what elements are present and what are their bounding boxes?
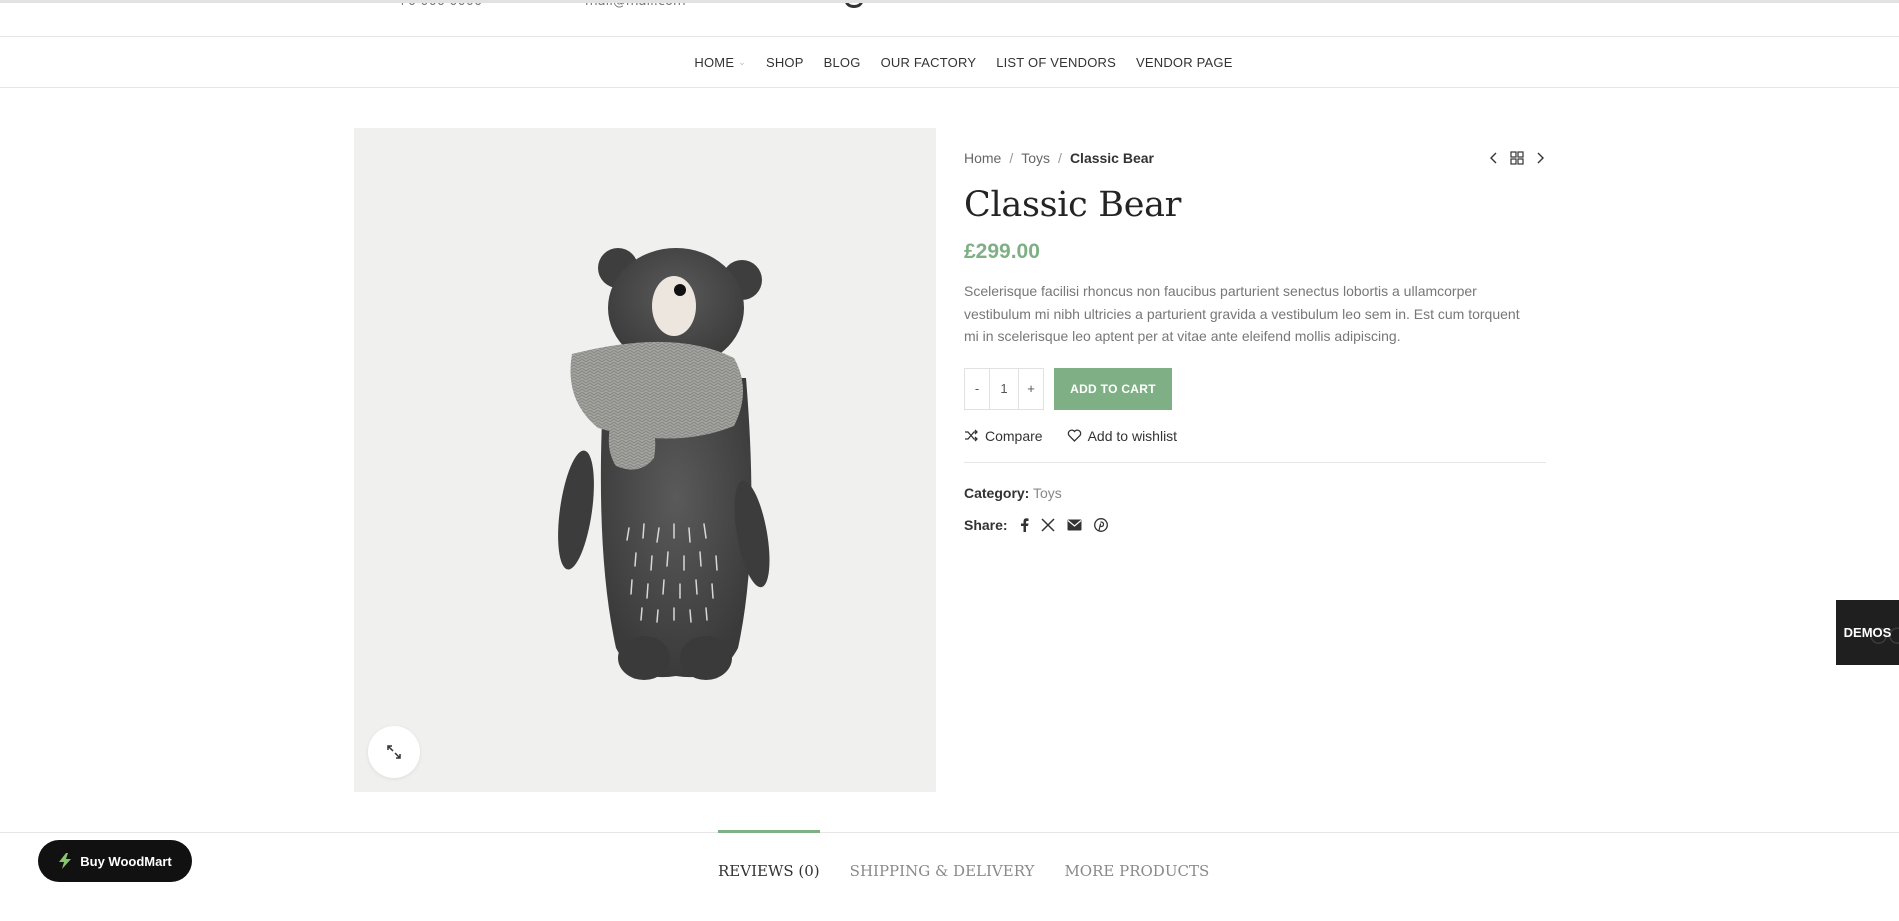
nav-item-shop[interactable]: SHOP <box>766 55 804 70</box>
nav-item-list-of-vendors[interactable]: LIST OF VENDORS <box>996 55 1116 70</box>
tab-shipping-delivery[interactable]: SHIPPING & DELIVERY <box>850 832 1050 890</box>
product-actions: Compare Add to wishlist <box>964 428 1546 463</box>
add-to-cart-row: - 1 + ADD TO CART <box>964 367 1546 410</box>
quantity-minus-button[interactable]: - <box>965 369 989 409</box>
breadcrumb: Home / Toys / Classic Bear <box>964 150 1154 166</box>
wishlist-button[interactable]: Add to wishlist <box>1067 428 1177 444</box>
tab-more-products[interactable]: MORE PRODUCTS <box>1049 832 1224 890</box>
quantity-input[interactable]: 1 <box>989 368 1019 409</box>
nav-item-vendor-page[interactable]: VENDOR PAGE <box>1136 55 1233 70</box>
zoom-button[interactable] <box>368 726 420 778</box>
category-label: Category: <box>964 484 1030 501</box>
product-gallery[interactable] <box>354 128 936 792</box>
tab-reviews[interactable]: REVIEWS (0) <box>718 830 820 888</box>
facebook-icon[interactable] <box>1020 517 1029 532</box>
email-text: mail@mail.com <box>585 0 686 9</box>
product-summary: Home / Toys / Classic Bear Classic Bear … <box>964 128 1546 533</box>
add-to-cart-button[interactable]: ADD TO CART <box>1054 367 1172 410</box>
breadcrumb-home[interactable]: Home <box>964 150 1001 166</box>
main-nav: HOME ⌄ SHOP BLOG OUR FACTORY LIST OF VEND… <box>0 37 1899 88</box>
product-tabs: REVIEWS (0) SHIPPING & DELIVERY MORE PRO… <box>718 830 1224 890</box>
category-link[interactable]: Toys <box>1033 485 1062 501</box>
product-category: Category: Toys <box>964 485 1546 501</box>
nav-item-blog[interactable]: BLOG <box>824 55 861 70</box>
quantity-stepper: - 1 + <box>964 367 1044 410</box>
demos-button[interactable]: ○○ DEMOS <box>1836 600 1899 665</box>
breadcrumb-separator: / <box>1058 150 1062 166</box>
compare-label: Compare <box>985 427 1043 444</box>
chevron-right-icon[interactable] <box>1534 151 1546 165</box>
shuffle-icon <box>965 429 978 442</box>
buy-woodmart-button[interactable]: Buy WoodMart <box>38 840 192 882</box>
wishlist-label: Add to wishlist <box>1087 427 1178 444</box>
bolt-icon <box>59 853 72 869</box>
product-title: Classic Bear <box>964 185 1182 225</box>
product-description: Scelerisque facilisi rhoncus non faucibu… <box>964 283 1520 344</box>
chevron-down-icon: ⌄ <box>738 56 746 67</box>
account-icon[interactable] <box>845 3 863 8</box>
share-row: Share: <box>964 517 1546 533</box>
demos-label: DEMOS <box>1843 625 1892 640</box>
buy-woodmart-label: Buy WoodMart <box>80 853 172 869</box>
product-price: £299.00 <box>964 240 1040 263</box>
top-bar: +0 000 0000 mail@mail.com <box>0 0 1899 37</box>
pinterest-icon[interactable] <box>1093 517 1108 532</box>
phone-text: +0 000 0000 <box>397 0 483 9</box>
expand-icon <box>387 745 401 759</box>
nav-item-our-factory[interactable]: OUR FACTORY <box>881 55 977 70</box>
share-label: Share: <box>964 516 1008 533</box>
breadcrumb-current: Classic Bear <box>1069 150 1154 166</box>
quantity-plus-button[interactable]: + <box>1019 369 1043 409</box>
compare-button[interactable]: Compare <box>964 428 1043 444</box>
chevron-left-icon[interactable] <box>1488 151 1500 165</box>
breadcrumb-category[interactable]: Toys <box>1021 150 1050 166</box>
breadcrumb-separator: / <box>1009 150 1014 166</box>
heart-icon <box>1067 429 1081 442</box>
nav-item-home[interactable]: HOME ⌄ <box>694 55 746 70</box>
x-icon[interactable] <box>1041 517 1055 532</box>
product-navigation <box>1488 151 1546 165</box>
product-image <box>558 248 770 680</box>
grid-icon[interactable] <box>1510 151 1524 165</box>
mail-icon[interactable] <box>1067 519 1082 531</box>
